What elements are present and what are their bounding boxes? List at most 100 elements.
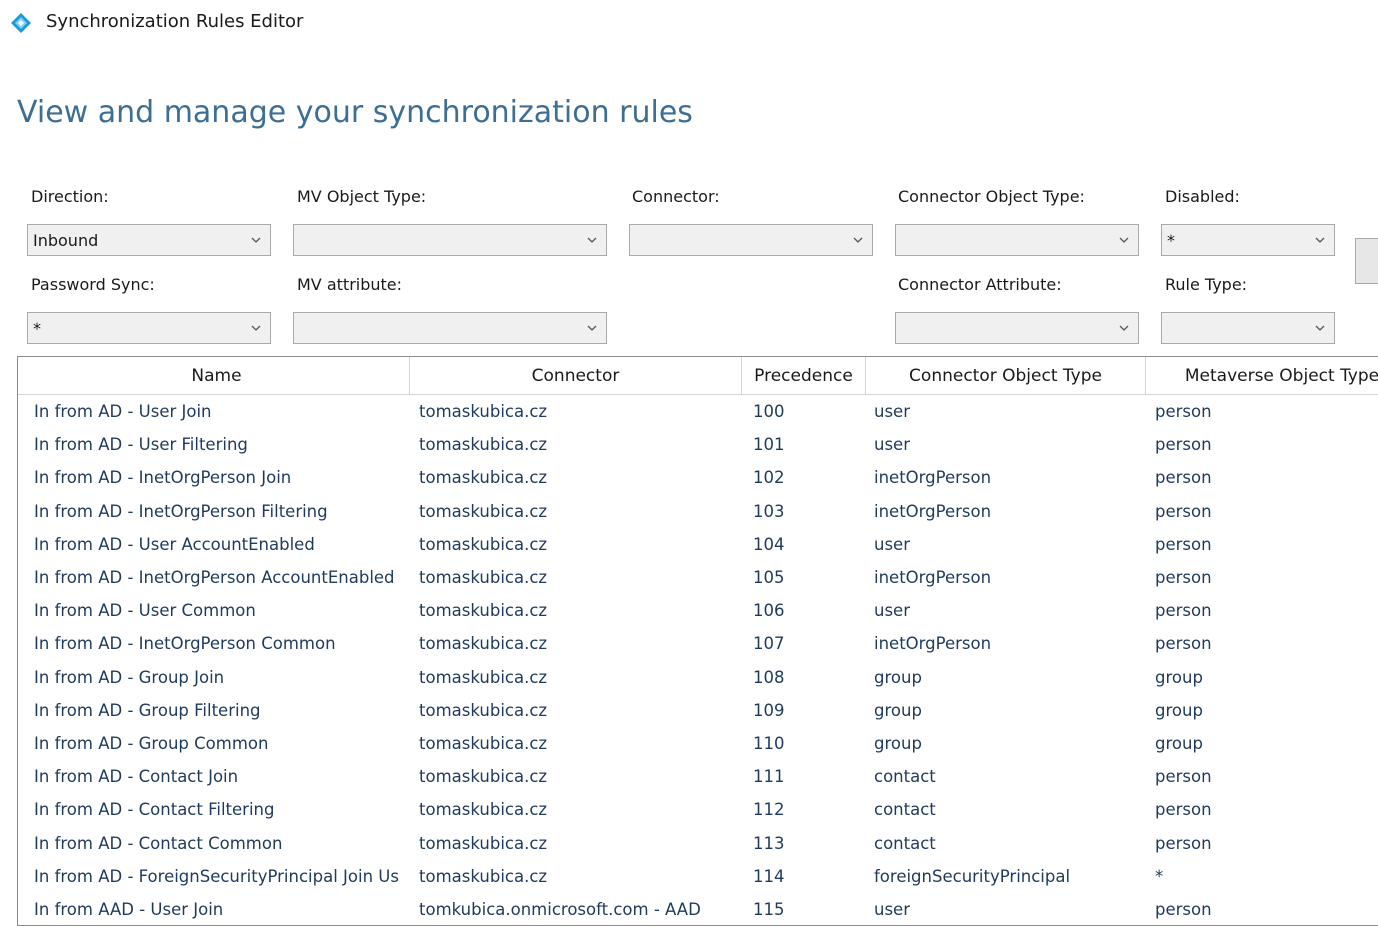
action-button[interactable] [1355, 238, 1378, 284]
row-connector: tomaskubica.cz [419, 734, 548, 753]
page-heading: View and manage your synchronization rul… [17, 95, 693, 130]
row-metaverse-object-type: person [1155, 800, 1212, 820]
disabled-select[interactable]: * [1161, 224, 1335, 256]
row-connector: tomaskubica.cz [419, 700, 548, 720]
table-row[interactable]: In from AD - InetOrgPerson Filtering toma… [18, 495, 1378, 528]
table-row[interactable]: In from AD - InetOrgPerson Common tomasku… [18, 627, 1378, 660]
row-metaverse-object-type: person [1155, 833, 1212, 853]
connector-attribute-select[interactable] [895, 312, 1139, 344]
chevron-down-icon [1119, 325, 1129, 331]
row-metaverse-object-type: person [1155, 601, 1212, 621]
row-connector: tomaskubica.cz [419, 767, 548, 787]
row-connector-object-type: group [874, 734, 922, 753]
row-name: In from AD - Group Common [34, 734, 269, 753]
row-name: In from AD - ForeignSecurityPrincipal Jo… [34, 866, 399, 886]
table-row[interactable]: In from AD - Contact Join tomaskubica.cz 1… [18, 760, 1378, 793]
rules-grid[interactable]: Name Connector Precedence Connector Obje… [17, 356, 1378, 926]
row-name: In from AD - User AccountEnabled [34, 534, 315, 554]
mv-object-type-select[interactable] [293, 224, 607, 256]
direction-label: Direction: [31, 187, 109, 206]
row-connector-object-type: contact [874, 833, 936, 853]
title-bar: Synchronization Rules Editor [0, 0, 1378, 46]
row-metaverse-object-type: person [1155, 568, 1212, 587]
row-precedence: 110 [753, 734, 785, 753]
grid-header: Name Connector Precedence Connector Obje… [18, 357, 1378, 395]
connector-object-type-select[interactable] [895, 224, 1139, 256]
table-row[interactable]: In from AD - ForeignSecurityPrincipal Jo… [18, 860, 1378, 893]
row-name: In from AD - InetOrgPerson Filtering [34, 501, 328, 521]
table-row[interactable]: In from AD - Group Filtering tomaskubica.… [18, 694, 1378, 727]
mv-attribute-select[interactable] [293, 312, 607, 344]
row-metaverse-object-type: person [1155, 634, 1212, 654]
password-sync-value: * [33, 319, 41, 338]
chevron-down-icon [853, 237, 863, 243]
row-metaverse-object-type: person [1155, 468, 1212, 488]
row-connector: tomaskubica.cz [419, 634, 548, 654]
row-connector: tomaskubica.cz [419, 468, 548, 488]
row-metaverse-object-type: group [1155, 734, 1203, 753]
connector-label: Connector: [632, 187, 720, 206]
password-sync-select[interactable]: * [27, 312, 271, 344]
row-connector-object-type: user [874, 402, 910, 421]
disabled-value: * [1167, 231, 1175, 250]
row-connector-object-type: inetOrgPerson [874, 568, 992, 587]
disabled-label: Disabled: [1165, 187, 1240, 206]
row-metaverse-object-type: person [1155, 501, 1212, 521]
row-precedence: 103 [753, 501, 785, 521]
row-precedence: 107 [753, 634, 785, 654]
table-row[interactable]: In from AD - Contact Filtering tomaskubic… [18, 793, 1378, 826]
row-name: In from AD - Contact Filtering [34, 800, 275, 820]
connector-select[interactable] [629, 224, 873, 256]
table-row[interactable]: In from AD - User AccountEnabled tomaskub… [18, 528, 1378, 561]
row-connector-object-type: contact [874, 767, 936, 787]
table-row[interactable]: In from AD - InetOrgPerson AccountEnable… [18, 561, 1378, 594]
row-name: In from AD - User Filtering [34, 435, 248, 455]
row-name: In from AD - InetOrgPerson Join [34, 468, 292, 488]
column-header-connector[interactable]: Connector [410, 357, 742, 394]
row-connector: tomaskubica.cz [419, 435, 548, 455]
row-precedence: 111 [753, 767, 785, 787]
direction-select[interactable]: Inbound [27, 224, 271, 256]
connector-object-type-label: Connector Object Type: [898, 187, 1085, 206]
row-name: In from AD - User Common [34, 601, 256, 621]
table-row[interactable]: In from AD - Contact Common tomaskubica.c… [18, 827, 1378, 860]
rule-type-select[interactable] [1161, 312, 1335, 344]
row-precedence: 105 [753, 568, 785, 587]
chevron-down-icon [1315, 237, 1325, 243]
row-connector-object-type: inetOrgPerson [874, 468, 992, 488]
table-row[interactable]: In from AD - Group Common tomaskubica.cz 1… [18, 727, 1378, 760]
chevron-down-icon [251, 325, 261, 331]
row-precedence: 115 [753, 900, 785, 919]
row-metaverse-object-type: person [1155, 534, 1212, 554]
row-metaverse-object-type: person [1155, 402, 1212, 421]
column-header-metaverse-object-type[interactable]: Metaverse Object Type [1146, 357, 1378, 394]
direction-value: Inbound [33, 231, 99, 250]
table-row[interactable]: In from AD - Group Join tomaskubica.cz 108… [18, 661, 1378, 694]
table-row[interactable]: In from AD - InetOrgPerson Join tomaskubi… [18, 461, 1378, 494]
row-metaverse-object-type: group [1155, 667, 1203, 687]
row-name: In from AD - InetOrgPerson Common [34, 634, 336, 654]
column-header-name[interactable]: Name [24, 357, 410, 394]
row-connector-object-type: contact [874, 800, 936, 820]
chevron-down-icon [1315, 325, 1325, 331]
chevron-down-icon [251, 237, 261, 243]
window-title: Synchronization Rules Editor [46, 11, 304, 32]
mv-object-type-label: MV Object Type: [297, 187, 427, 206]
row-name: In from AD - Contact Join [34, 767, 239, 787]
chevron-down-icon [1119, 237, 1129, 243]
table-row[interactable]: In from AD - User Common tomaskubica.cz 10… [18, 594, 1378, 627]
table-row[interactable]: In from AAD - User Join tomkubica.onmicro… [18, 893, 1378, 925]
row-connector-object-type: inetOrgPerson [874, 501, 992, 521]
row-connector-object-type: user [874, 534, 910, 554]
row-name: In from AAD - User Join [34, 900, 224, 919]
column-header-connector-object-type[interactable]: Connector Object Type [866, 357, 1146, 394]
rule-type-label: Rule Type: [1165, 275, 1248, 294]
row-connector-object-type: user [874, 900, 910, 919]
row-name: In from AD - User Join [34, 402, 212, 421]
column-header-precedence[interactable]: Precedence [742, 357, 866, 394]
row-precedence: 114 [753, 866, 785, 886]
row-connector: tomaskubica.cz [419, 402, 548, 421]
table-row[interactable]: In from AD - User Filtering tomaskubica.c… [18, 428, 1378, 461]
table-row[interactable]: In from AD - User Join tomaskubica.cz 100 u… [18, 395, 1378, 428]
row-precedence: 113 [753, 833, 785, 853]
